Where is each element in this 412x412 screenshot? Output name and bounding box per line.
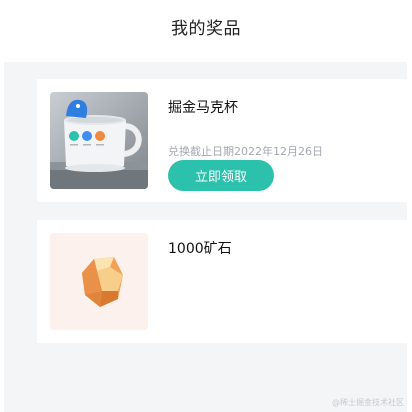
mug-icon (50, 92, 148, 189)
ore-image (50, 233, 148, 330)
mug-image (50, 92, 148, 189)
prize-name: 1000矿石 (168, 241, 232, 257)
prizes-page: 我的奖品 掘金马克杯 兑换截止日期2022年12月26日 立即领取 1000矿石… (0, 0, 412, 412)
expiry-date: 兑换截止日期2022年12月26日 (168, 145, 323, 158)
prize-list: 掘金马克杯 兑换截止日期2022年12月26日 立即领取 1000矿石 (4, 62, 407, 412)
header: 我的奖品 (0, 0, 412, 54)
watermark: @稀土掘金技术社区 (332, 398, 404, 407)
ore-icon (50, 233, 148, 330)
claim-button[interactable]: 立即领取 (168, 160, 274, 191)
prize-card-mug[interactable]: 掘金马克杯 兑换截止日期2022年12月26日 立即领取 (37, 79, 407, 202)
prize-card-ore[interactable]: 1000矿石 (37, 220, 407, 343)
page-title: 我的奖品 (171, 18, 241, 39)
prize-name: 掘金马克杯 (168, 100, 238, 116)
